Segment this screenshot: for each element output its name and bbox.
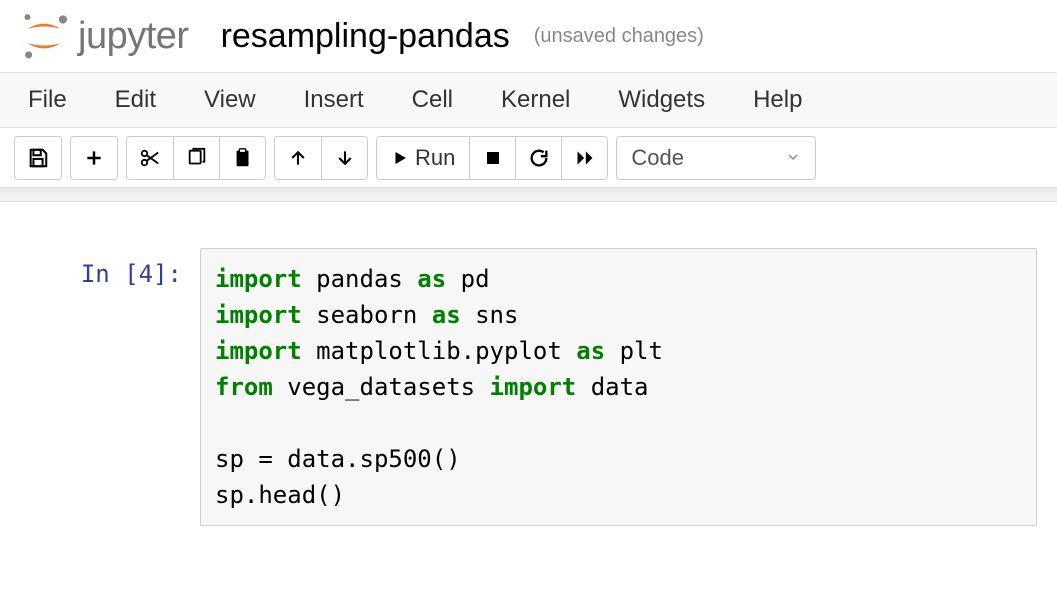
code-input-area[interactable]: import pandas as pd import seaborn as sn…: [200, 248, 1037, 526]
menu-widgets[interactable]: Widgets: [608, 80, 715, 120]
toolbar-separator: [0, 188, 1057, 202]
input-prompt: In [4]:: [20, 248, 200, 288]
fast-forward-icon: [574, 148, 596, 168]
menu-insert[interactable]: Insert: [294, 80, 374, 120]
restart-icon: [528, 147, 550, 169]
restart-run-all-button[interactable]: [561, 137, 607, 179]
notebook-area: In [4]: import pandas as pd import seabo…: [0, 202, 1057, 546]
save-button[interactable]: [15, 137, 61, 179]
jupyter-logo[interactable]: jupyter: [18, 10, 189, 62]
celltype-value: Code: [631, 145, 684, 171]
celltype-select[interactable]: Code: [616, 136, 816, 180]
menu-cell[interactable]: Cell: [402, 80, 463, 120]
chevron-down-icon: [785, 145, 801, 171]
save-status: (unsaved changes): [534, 25, 704, 48]
menu-kernel[interactable]: Kernel: [491, 80, 580, 120]
scissors-icon: [139, 147, 161, 169]
run-label: Run: [415, 145, 455, 171]
arrow-up-icon: [288, 148, 308, 168]
interrupt-button[interactable]: [469, 137, 515, 179]
jupyter-logo-text: jupyter: [78, 15, 189, 58]
cut-button[interactable]: [127, 137, 173, 179]
notebook-title[interactable]: resampling-pandas: [221, 17, 510, 56]
jupyter-logo-icon: [18, 10, 70, 62]
move-up-button[interactable]: [275, 137, 321, 179]
add-cell-button[interactable]: [71, 137, 117, 179]
play-icon: [391, 149, 409, 167]
copy-button[interactable]: [173, 137, 219, 179]
move-down-button[interactable]: [321, 137, 367, 179]
menu-view[interactable]: View: [194, 80, 266, 120]
menubar: File Edit View Insert Cell Kernel Widget…: [0, 72, 1057, 128]
stop-icon: [484, 149, 502, 167]
arrow-down-icon: [335, 148, 355, 168]
menu-file[interactable]: File: [18, 80, 77, 120]
code-content: import pandas as pd import seaborn as sn…: [215, 261, 1022, 513]
code-cell[interactable]: In [4]: import pandas as pd import seabo…: [20, 248, 1037, 526]
save-icon: [27, 147, 49, 169]
copy-icon: [186, 147, 208, 169]
plus-icon: [84, 148, 104, 168]
menu-edit[interactable]: Edit: [105, 80, 166, 120]
toolbar: Run Code: [0, 128, 1057, 188]
restart-button[interactable]: [515, 137, 561, 179]
header: jupyter resampling-pandas (unsaved chang…: [0, 0, 1057, 72]
paste-icon: [232, 147, 254, 169]
paste-button[interactable]: [219, 137, 265, 179]
menu-help[interactable]: Help: [743, 80, 812, 120]
run-button[interactable]: Run: [377, 137, 469, 179]
